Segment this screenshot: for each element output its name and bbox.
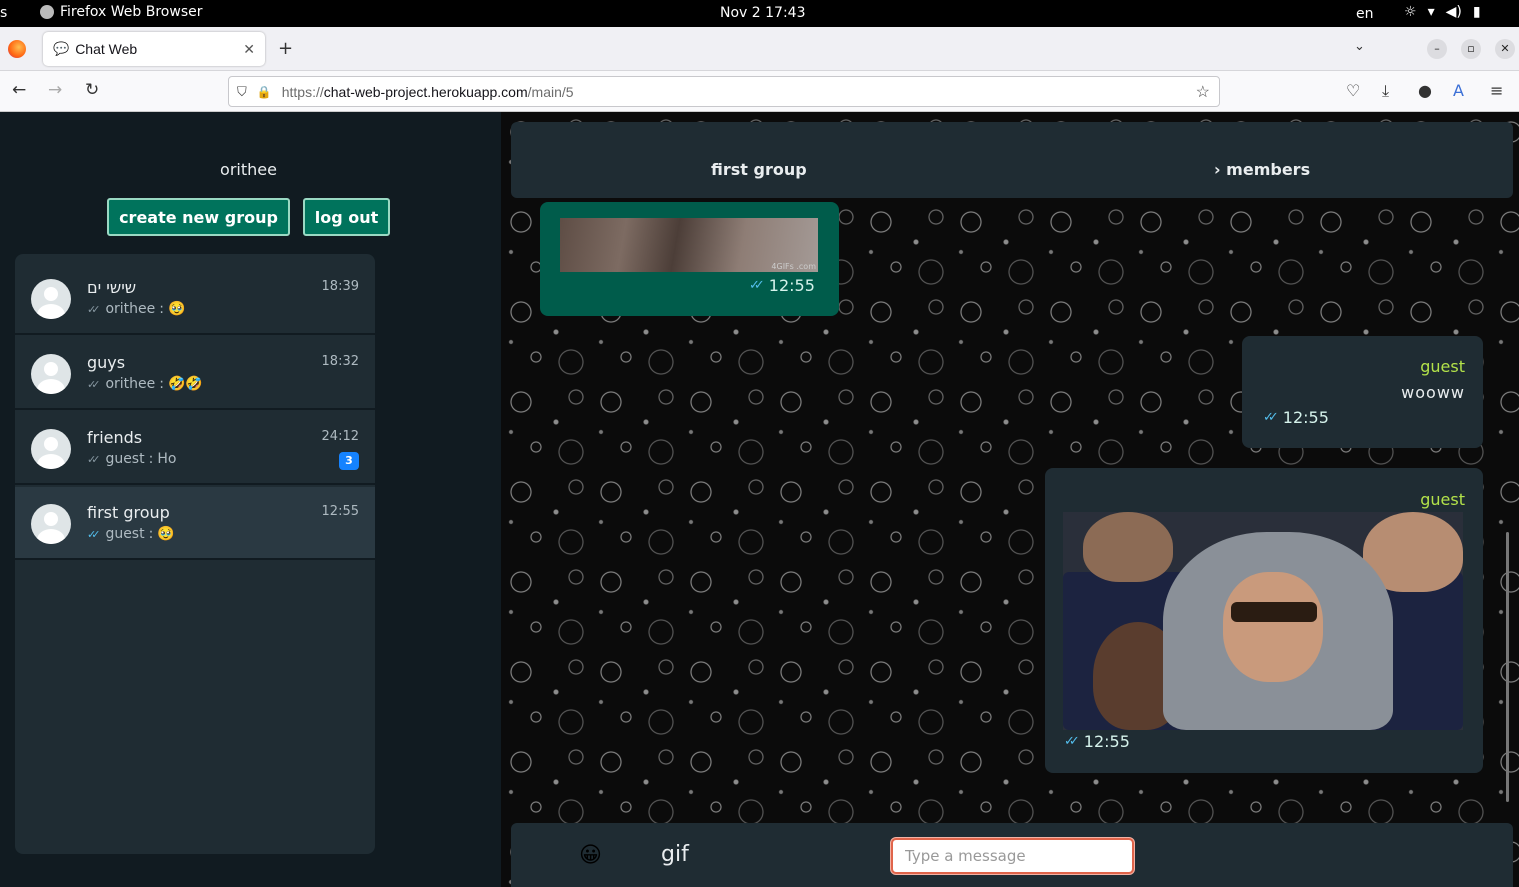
wifi-icon: ▾ (1427, 4, 1435, 20)
chat-preview: ✓✓ orithee: 🤣🤣 (87, 376, 203, 392)
close-window-icon[interactable]: ✕ (1495, 39, 1515, 59)
double-check-icon: ✓✓ (87, 302, 101, 316)
double-check-icon: ✓✓ (749, 278, 765, 293)
members-toggle[interactable]: › members (1214, 160, 1310, 179)
chat-time: 12:55 (321, 504, 359, 519)
message-composer: 😀 gif (511, 823, 1513, 887)
gif-image[interactable]: 4GIFs .com (560, 218, 818, 272)
current-username: orithee (220, 160, 277, 179)
message-bubble-incoming[interactable]: guest wooww ✓✓ 12:55 (1242, 336, 1483, 448)
gif-image[interactable] (1063, 512, 1463, 730)
download-icon[interactable]: ⤓ (1382, 81, 1389, 101)
os-top-bar: s Firefox Web Browser Nov 2 17:43 en ☼ ▾… (0, 0, 1519, 27)
account-icon[interactable]: ● (1418, 81, 1432, 100)
logout-button[interactable]: log out (303, 198, 390, 236)
message-bubble-outgoing[interactable]: 4GIFs .com ✓✓ 12:55 (540, 202, 839, 316)
tab-title: Chat Web (75, 41, 138, 57)
message-time: ✓✓ 12:55 (1064, 732, 1130, 751)
minimize-icon[interactable]: – (1427, 39, 1447, 59)
message-time: ✓✓ 12:55 (749, 276, 815, 295)
avatar (31, 279, 71, 319)
group-title[interactable]: first group (711, 160, 807, 179)
chat-preview: ✓✓ guest: 🥹 (87, 526, 175, 542)
chevron-down-icon[interactable]: ⌄ (1354, 39, 1365, 54)
message-sender: guest (1420, 357, 1465, 376)
avatar (31, 504, 71, 544)
chat-time: 18:39 (321, 279, 359, 294)
avatar (31, 354, 71, 394)
chat-time: 24:12 (321, 429, 359, 444)
double-check-icon: ✓✓ (1064, 734, 1080, 749)
chat-list: שישי ים ✓✓ orithee: 🥹 18:39 guys ✓✓ orith… (15, 254, 375, 854)
message-bubble-incoming[interactable]: guest ✓✓ 12:55 (1045, 468, 1483, 773)
chat-preview: ✓✓ orithee: 🥹 (87, 301, 186, 317)
pocket-icon[interactable]: ♡ (1346, 81, 1360, 100)
chat-list-item[interactable]: guys ✓✓ orithee: 🤣🤣 18:32 (15, 337, 375, 410)
gif-watermark: 4GIFs .com (771, 262, 816, 271)
menu-icon[interactable]: ≡ (1490, 81, 1503, 100)
os-app-name: Firefox Web Browser (60, 4, 203, 20)
os-clock[interactable]: Nov 2 17:43 (720, 5, 805, 21)
reload-icon[interactable]: ↻ (85, 80, 99, 100)
forward-arrow-icon[interactable]: → (48, 80, 62, 100)
emoji-picker-icon[interactable]: 😀 (579, 843, 602, 868)
chat-header: first group › members (511, 122, 1513, 198)
browser-nav-bar: ← → ↻ ⛉ 🔒 https://chat-web-project.herok… (0, 71, 1519, 112)
url-bar[interactable]: ⛉ 🔒 https://chat-web-project.herokuapp.c… (228, 76, 1220, 107)
scrollbar[interactable] (1506, 532, 1509, 802)
chat-bubble-icon: 💬 (53, 41, 70, 56)
url-text[interactable]: https://chat-web-project.herokuapp.com/m… (282, 84, 574, 100)
chevron-right-icon: › (1214, 160, 1227, 179)
bookmark-star-icon[interactable]: ☆ (1196, 82, 1210, 102)
browser-tab-strip: 💬 Chat Web ✕ + ⌄ – ▫ ✕ (0, 27, 1519, 71)
os-app-menu[interactable]: Firefox Web Browser (40, 4, 203, 20)
chat-panel: 4GIFs .com ✓✓ 12:55 guest wooww ✓✓ 12:55… (501, 112, 1519, 887)
maximize-icon[interactable]: ▫ (1461, 39, 1481, 59)
lock-icon[interactable]: 🔒 (257, 85, 272, 99)
chat-list-item[interactable]: friends ✓✓ guest: Ho 24:12 3 (15, 412, 375, 485)
double-check-icon: ✓✓ (87, 527, 101, 541)
translate-icon[interactable]: A (1453, 81, 1464, 100)
chat-time: 18:32 (321, 354, 359, 369)
double-check-icon: ✓✓ (87, 377, 101, 391)
new-tab-icon[interactable]: + (278, 38, 293, 59)
back-arrow-icon[interactable]: ← (12, 80, 26, 100)
gif-button[interactable]: gif (661, 842, 689, 867)
create-group-button[interactable]: create new group (107, 198, 290, 236)
battery-icon: ▮ (1472, 4, 1481, 20)
unread-badge: 3 (339, 452, 359, 470)
firefox-app-icon (40, 5, 54, 19)
browser-tab[interactable]: 💬 Chat Web ✕ (43, 32, 265, 66)
chat-list-item-active[interactable]: first group ✓✓ guest: 🥹 12:55 (15, 487, 375, 560)
close-tab-icon[interactable]: ✕ (243, 41, 255, 58)
double-check-icon: ✓✓ (87, 452, 101, 466)
message-time: ✓✓ 12:55 (1263, 408, 1329, 427)
os-left-fragment: s (0, 5, 8, 21)
chat-name: שישי ים (87, 278, 137, 297)
avatar (31, 429, 71, 469)
os-tray[interactable]: ☼ ▾ ◀) ▮ (1404, 4, 1481, 20)
chat-preview: ✓✓ guest: Ho (87, 451, 177, 467)
os-language[interactable]: en (1356, 6, 1374, 22)
message-sender: guest (1420, 490, 1465, 509)
volume-icon: ◀) (1445, 4, 1462, 20)
message-input[interactable] (891, 838, 1134, 874)
chat-name: guys (87, 353, 126, 372)
chat-list-item[interactable]: שישי ים ✓✓ orithee: 🥹 18:39 (15, 262, 375, 335)
chat-name: first group (87, 503, 170, 522)
shield-icon[interactable]: ⛉ (237, 84, 247, 100)
firefox-logo-icon[interactable] (8, 40, 26, 58)
message-text: wooww (1401, 383, 1465, 402)
brightness-icon: ☼ (1404, 4, 1417, 20)
double-check-icon: ✓✓ (1263, 410, 1279, 425)
chat-name: friends (87, 428, 143, 447)
sidebar: orithee create new group log out שישי ים… (0, 112, 501, 887)
